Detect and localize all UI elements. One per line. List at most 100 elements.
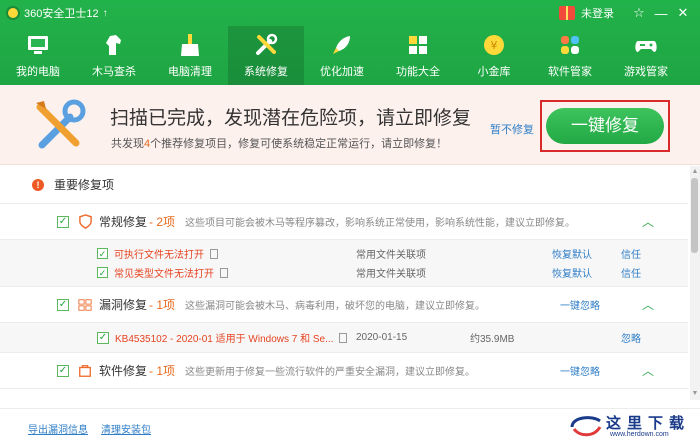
trust-link[interactable]: 信任 [621, 265, 641, 280]
banner-sub-prefix: 共发现 [111, 138, 144, 150]
update-arrow-icon[interactable]: ↑ [103, 8, 108, 19]
group-checkbox[interactable]: ✓ [57, 364, 69, 377]
warning-icon: ! [32, 178, 44, 191]
details-icon[interactable] [220, 267, 228, 278]
nav-label: 木马查杀 [92, 66, 136, 78]
nav-label: 电脑清理 [168, 66, 212, 78]
scroll-up-icon[interactable]: ▲ [691, 168, 699, 176]
item-name: 常见类型文件无法打开 [114, 269, 214, 280]
nav-label: 我的电脑 [16, 66, 60, 78]
software-box-icon [77, 363, 93, 379]
watermark-text: 这里下载 [606, 414, 691, 432]
ignore-all-link[interactable]: 一键忽略 [560, 297, 600, 312]
nav-item-system-repair[interactable]: 系统修复 [228, 26, 304, 85]
shield-icon [77, 214, 93, 230]
one-click-fix-button[interactable]: 一键修复 [546, 108, 664, 144]
nav-item-features[interactable]: 功能大全 [380, 26, 456, 85]
nav-label: 软件管家 [548, 66, 592, 78]
list-item[interactable]: ✓ KB4535102 - 2020-01 适用于 Windows 7 和 Se… [0, 323, 688, 353]
group-count: - 1项 [149, 364, 176, 378]
skin-icon[interactable]: ☆ [628, 5, 650, 21]
nav-item-game-manager[interactable]: 游戏管家 [608, 26, 684, 85]
banner-subtitle: 共发现4个推荐修复项目，修复可使系统稳定正常运行，请立即修复！ [111, 135, 447, 151]
item-checkbox[interactable]: ✓ [97, 331, 109, 344]
group-regular-repair[interactable]: ✓ 常规修复 - 2项 这些项目可能会被木马等程序篡改，影响系统正常使用，影响系… [0, 204, 688, 240]
nav-item-software-manager[interactable]: 软件管家 [532, 26, 608, 85]
restore-default-link[interactable]: 恢复默认 [552, 265, 592, 280]
ignore-all-link[interactable]: 一键忽略 [560, 363, 600, 378]
group-description: 这些项目可能会被木马等程序篡改，影响系统正常使用，影响系统性能，建议立即修复。 [185, 218, 576, 229]
restore-default-link[interactable]: 恢复默认 [552, 246, 592, 261]
svg-text:¥: ¥ [491, 39, 498, 52]
details-icon[interactable] [210, 248, 218, 259]
horse-icon [99, 30, 129, 60]
group-items: ✓ 可执行文件无法打开 常用文件关联项 恢复默认 信任 ✓ 常见类型文件无法打开… [0, 240, 688, 287]
ignore-link[interactable]: 忽略 [621, 330, 641, 345]
nav-label: 小金库 [477, 66, 511, 78]
nav-item-trojan-scan[interactable]: 木马查杀 [76, 26, 152, 85]
details-icon[interactable] [339, 332, 348, 343]
group-name: 常规修复 [99, 215, 148, 229]
group-description: 这些更新用于修复一些流行软件的严重安全漏洞，建议立即修复。 [185, 367, 476, 378]
list-item[interactable]: ✓ 可执行文件无法打开 常用文件关联项 恢复默认 信任 [0, 244, 688, 263]
group-description: 这些漏洞可能会被木马、病毒利用，破坏您的电脑，建议立即修复。 [185, 301, 486, 312]
minimize-button[interactable]: — [650, 6, 672, 21]
list-scrollbar[interactable]: ▲ ▼ [690, 166, 700, 400]
footer: 导出漏洞信息 清理安装包 这里下载 www.herdown.com [0, 408, 700, 441]
banner-sub-suffix: 个推荐修复项目，修复可使系统稳定正常运行，请立即修复！ [150, 138, 448, 150]
repair-list: ! 重要修复项 ✓ 常规修复 - 2项 这些项目可能会被木马等程序篡改，影响系统… [0, 166, 688, 400]
item-name: 可执行文件无法打开 [114, 250, 204, 261]
close-button[interactable]: ✕ [672, 5, 694, 21]
nav-label: 优化加速 [320, 66, 364, 78]
nav-label: 功能大全 [396, 66, 440, 78]
main-nav: 我的电脑 木马查杀 电脑清理 系统修复 优化加速 功能大全 ¥ 小金库 软件管家… [0, 26, 700, 85]
scan-result-banner: 扫描已完成，发现潜在危险项，请立即修复 共发现4个推荐修复项目，修复可使系统稳定… [0, 85, 700, 165]
clean-installer-link[interactable]: 清理安装包 [101, 421, 151, 436]
nav-item-treasury[interactable]: ¥ 小金库 [456, 26, 532, 85]
patch-name: KB4535102 - 2020-01 适用于 Windows 7 和 Se..… [115, 334, 334, 345]
collapse-chevron-icon[interactable]: ︿ [642, 213, 654, 230]
group-checkbox[interactable]: ✓ [57, 215, 69, 228]
patch-size: 约35.9MB [470, 334, 515, 345]
group-name: 软件修复 [99, 364, 148, 378]
trust-link[interactable]: 信任 [621, 246, 641, 261]
repair-tools-icon [30, 95, 90, 155]
list-item[interactable]: ✓ 常见类型文件无法打开 常用文件关联项 恢复默认 信任 [0, 263, 688, 282]
nav-item-cleanup[interactable]: 电脑清理 [152, 26, 228, 85]
rocket-icon [327, 30, 357, 60]
export-vuln-info-link[interactable]: 导出漏洞信息 [28, 421, 88, 436]
collapse-chevron-icon[interactable]: ︿ [642, 296, 654, 313]
group-vulnerability-repair[interactable]: ✓ 漏洞修复 - 1项 这些漏洞可能会被木马、病毒利用，破坏您的电脑，建议立即修… [0, 287, 688, 323]
patch-date: 2020-01-15 [356, 332, 408, 343]
item-type: 常用文件关联项 [356, 269, 426, 280]
nav-item-speedup[interactable]: 优化加速 [304, 26, 380, 85]
collapse-chevron-icon[interactable]: ︿ [642, 362, 654, 379]
gamepad-icon [631, 30, 661, 60]
gift-icon[interactable] [559, 6, 575, 20]
section-title: 重要修复项 [54, 178, 115, 192]
coin-icon: ¥ [479, 30, 509, 60]
group-software-repair[interactable]: ✓ 软件修复 - 1项 这些更新用于修复一些流行软件的严重安全漏洞，建议立即修复… [0, 353, 688, 389]
tools-icon [251, 30, 281, 60]
login-link[interactable]: 未登录 [581, 5, 614, 21]
skip-repair-link[interactable]: 暂不修复 [490, 121, 534, 137]
group-count: - 2项 [149, 215, 176, 229]
scroll-thumb[interactable] [691, 178, 698, 253]
group-name: 漏洞修复 [99, 298, 148, 312]
scroll-down-icon[interactable]: ▼ [691, 390, 699, 398]
nav-label: 系统修复 [244, 66, 288, 78]
nav-item-my-computer[interactable]: 我的电脑 [0, 26, 76, 85]
watermark-logo-icon [570, 416, 602, 437]
grid-icon [403, 30, 433, 60]
watermark-url: www.herdown.com [610, 431, 669, 438]
item-checkbox[interactable]: ✓ [97, 267, 108, 278]
banner-title: 扫描已完成，发现潜在危险项，请立即修复 [110, 108, 472, 129]
top-bar: 360安全卫士12 ↑ 未登录 ☆ — ✕ 我的电脑 木马查杀 电脑清理 系统修… [0, 0, 700, 85]
monitor-icon [23, 30, 53, 60]
title-bar: 360安全卫士12 ↑ 未登录 ☆ — ✕ [0, 0, 700, 26]
item-checkbox[interactable]: ✓ [97, 248, 108, 259]
flower-icon [555, 30, 585, 60]
nav-label: 游戏管家 [624, 66, 668, 78]
watermark: 这里下载 www.herdown.com [566, 411, 696, 441]
group-checkbox[interactable]: ✓ [57, 298, 69, 311]
